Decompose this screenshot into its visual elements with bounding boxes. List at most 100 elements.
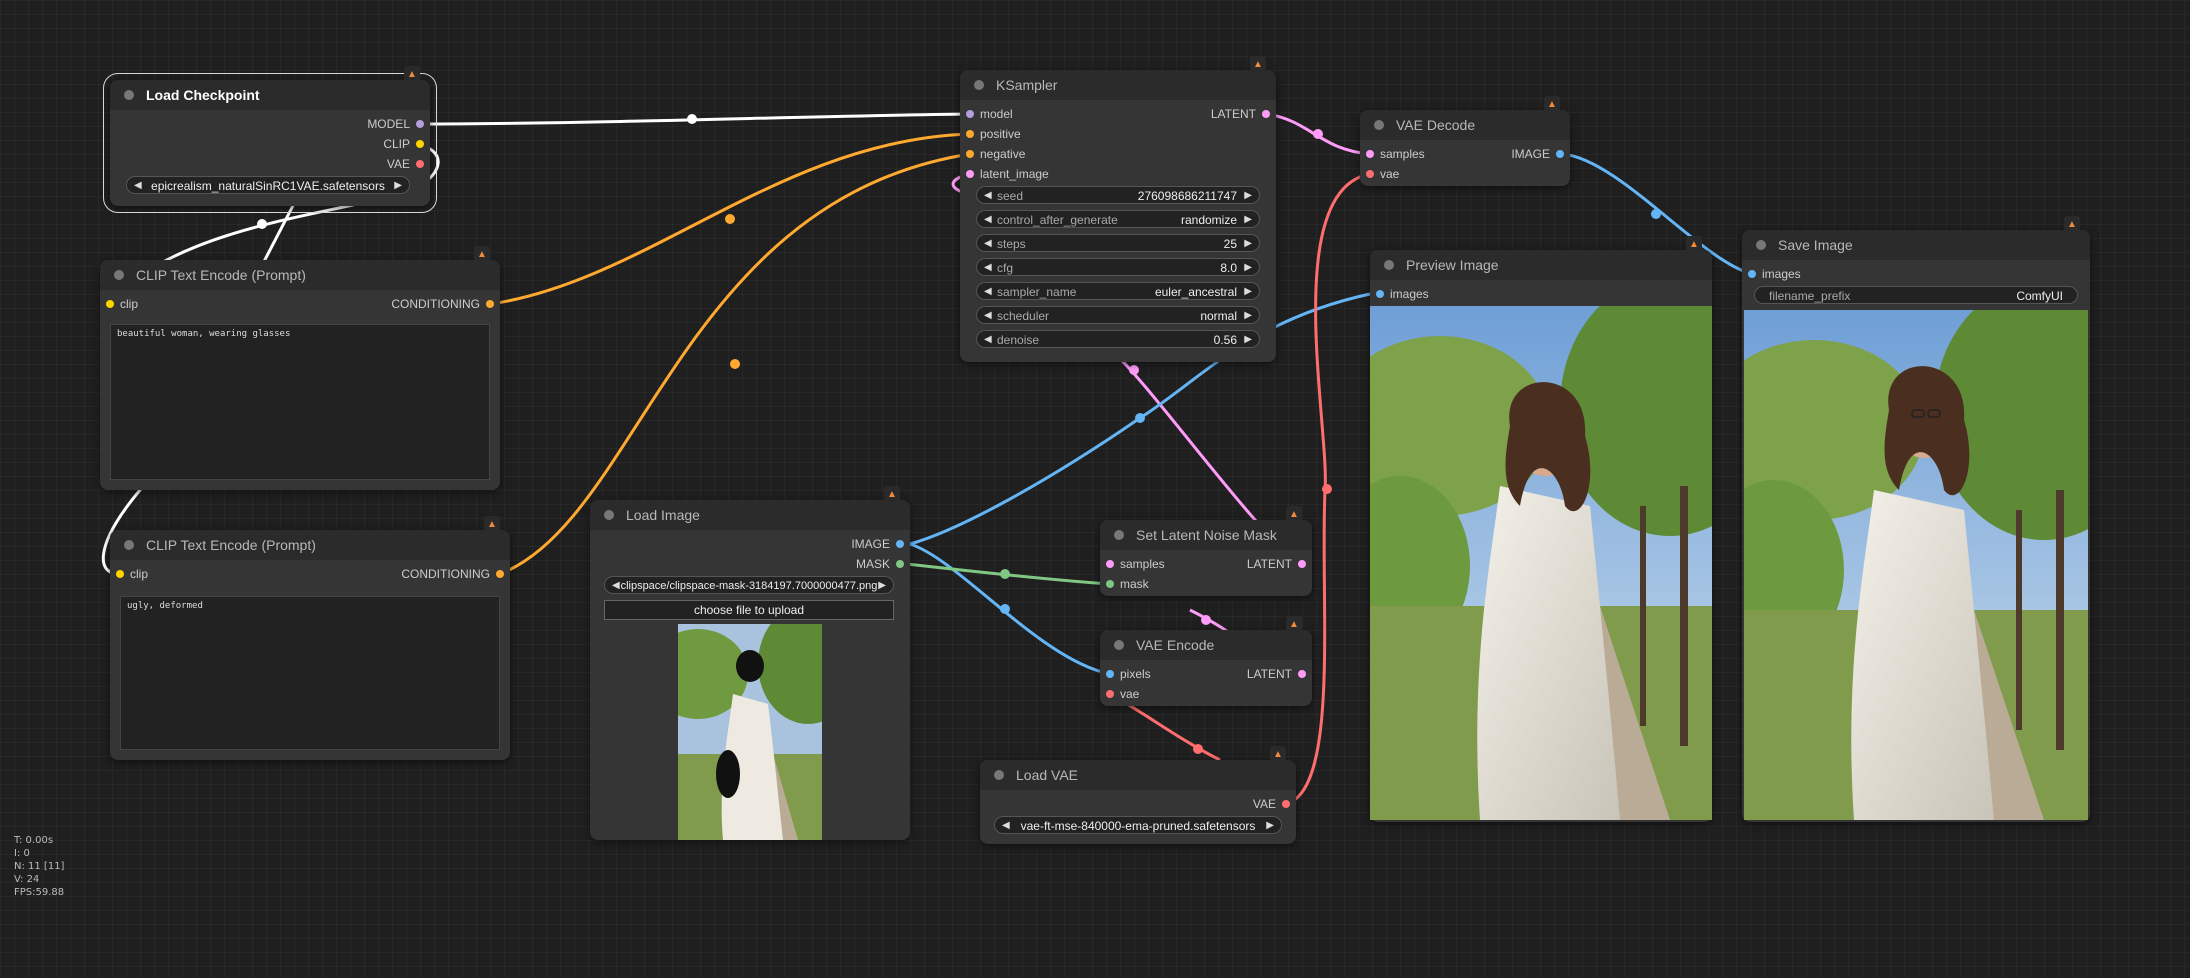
slot-dot-icon[interactable] [1376,290,1384,298]
output-image[interactable]: IMAGE [851,536,904,552]
slot-dot-icon[interactable] [896,560,904,568]
prompt-textarea[interactable]: ugly, deformed [120,596,500,750]
slot-dot-icon[interactable] [966,110,974,118]
slot-dot-icon[interactable] [1262,110,1270,118]
slot-dot-icon[interactable] [1106,580,1114,588]
slot-dot-icon[interactable] [1106,690,1114,698]
clip-text-encode-negative-node[interactable]: ▲ CLIP Text Encode (Prompt) clip CONDITI… [110,516,510,760]
steps-widget[interactable]: ◀ steps 25 ▶ [976,234,1260,252]
slot-dot-icon[interactable] [966,150,974,158]
collapse-dot-icon[interactable] [1374,120,1384,130]
arrow-right-icon[interactable]: ▶ [1266,817,1274,835]
slot-dot-icon[interactable] [1106,560,1114,568]
collapse-dot-icon[interactable] [1114,530,1124,540]
slot-dot-icon[interactable] [1106,670,1114,678]
arrow-right-icon[interactable]: ▶ [1244,283,1252,301]
save-image-node[interactable]: ▲ Save Image images filename_prefix Comf… [1742,216,2090,822]
arrow-right-icon[interactable]: ▶ [878,577,886,593]
arrow-left-icon[interactable]: ◀ [984,235,992,253]
slot-dot-icon[interactable] [1748,270,1756,278]
ksampler-node[interactable]: ▲ KSampler model positive negative laten… [960,56,1276,362]
node-title[interactable]: Preview Image [1370,250,1712,280]
vae-encode-node[interactable]: ▲ VAE Encode pixels vae LATENT [1100,616,1312,706]
input-samples[interactable]: samples [1366,146,1425,162]
vae-name-widget[interactable]: ◀ vae-ft-mse-840000-ema-pruned.safetenso… [994,816,1282,834]
slot-dot-icon[interactable] [1298,670,1306,678]
collapse-dot-icon[interactable] [1756,240,1766,250]
input-samples[interactable]: samples [1106,556,1165,572]
arrow-left-icon[interactable]: ◀ [984,211,992,229]
input-vae[interactable]: vae [1366,166,1399,182]
slot-dot-icon[interactable] [1366,150,1374,158]
scheduler-widget[interactable]: ◀ scheduler normal ▶ [976,306,1260,324]
slot-dot-icon[interactable] [496,570,504,578]
input-latent-image[interactable]: latent_image [966,166,1049,182]
load-checkpoint-node[interactable]: ▲ Load Checkpoint MODEL CLIP VAE ◀ epicr… [103,66,437,213]
input-pixels[interactable]: pixels [1106,666,1151,682]
seed-widget[interactable]: ◀ seed 276098686211747 ▶ [976,186,1260,204]
choose-file-button[interactable]: choose file to upload [604,600,894,620]
arrow-left-icon[interactable]: ◀ [984,331,992,349]
arrow-right-icon[interactable]: ▶ [394,177,402,195]
node-title[interactable]: VAE Decode [1360,110,1570,140]
prompt-textarea[interactable]: beautiful woman, wearing glasses [110,324,490,480]
ckpt-name-widget[interactable]: ◀ epicrealism_naturalSinRC1VAE.safetenso… [126,176,410,194]
set-latent-noise-mask-node[interactable]: ▲ Set Latent Noise Mask samples mask LAT… [1100,506,1312,596]
output-vae[interactable]: VAE [1253,796,1290,812]
arrow-left-icon[interactable]: ◀ [984,259,992,277]
node-title[interactable]: CLIP Text Encode (Prompt) [100,260,500,290]
arrow-left-icon[interactable]: ◀ [984,283,992,301]
output-clip[interactable]: CLIP [383,136,424,152]
output-latent[interactable]: LATENT [1247,666,1306,682]
filename-prefix-widget[interactable]: filename_prefix ComfyUI [1754,286,2078,304]
input-images[interactable]: images [1376,286,1429,302]
slot-dot-icon[interactable] [966,130,974,138]
slot-dot-icon[interactable] [1366,170,1374,178]
input-model[interactable]: model [966,106,1013,122]
slot-dot-icon[interactable] [1282,800,1290,808]
collapse-dot-icon[interactable] [974,80,984,90]
cfg-widget[interactable]: ◀ cfg 8.0 ▶ [976,258,1260,276]
node-title[interactable]: Set Latent Noise Mask [1100,520,1312,550]
output-vae[interactable]: VAE [387,156,424,172]
node-title[interactable]: Save Image [1742,230,2090,260]
collapse-dot-icon[interactable] [1384,260,1394,270]
slot-dot-icon[interactable] [416,160,424,168]
arrow-left-icon[interactable]: ◀ [984,307,992,325]
collapse-dot-icon[interactable] [124,90,134,100]
output-latent[interactable]: LATENT [1211,106,1270,122]
node-title[interactable]: CLIP Text Encode (Prompt) [110,530,510,560]
collapse-dot-icon[interactable] [604,510,614,520]
image-select-widget[interactable]: ◀ clipspace/clipspace-mask-3184197.70000… [604,576,894,594]
clip-text-encode-positive-node[interactable]: ▲ CLIP Text Encode (Prompt) clip CONDITI… [100,246,500,490]
control-after-generate-widget[interactable]: ◀ control_after_generate randomize ▶ [976,210,1260,228]
node-title[interactable]: Load VAE [980,760,1296,790]
slot-dot-icon[interactable] [966,170,974,178]
output-conditioning[interactable]: CONDITIONING [401,566,504,582]
load-vae-node[interactable]: ▲ Load VAE VAE ◀ vae-ft-mse-840000-ema-p… [980,746,1296,844]
denoise-widget[interactable]: ◀ denoise 0.56 ▶ [976,330,1260,348]
arrow-right-icon[interactable]: ▶ [1244,307,1252,325]
collapse-dot-icon[interactable] [114,270,124,280]
input-positive[interactable]: positive [966,126,1021,142]
input-negative[interactable]: negative [966,146,1025,162]
output-image[interactable]: IMAGE [1511,146,1564,162]
arrow-right-icon[interactable]: ▶ [1244,259,1252,277]
collapse-dot-icon[interactable] [124,540,134,550]
input-clip[interactable]: clip [106,296,138,312]
output-latent[interactable]: LATENT [1247,556,1306,572]
arrow-right-icon[interactable]: ▶ [1244,211,1252,229]
node-title[interactable]: Load Checkpoint [110,80,430,110]
slot-dot-icon[interactable] [416,120,424,128]
preview-image-node[interactable]: ▲ Preview Image images [1370,236,1712,822]
slot-dot-icon[interactable] [896,540,904,548]
output-conditioning[interactable]: CONDITIONING [391,296,494,312]
preview-output-image[interactable] [1370,306,1712,820]
input-vae[interactable]: vae [1106,686,1139,702]
slot-dot-icon[interactable] [116,570,124,578]
node-title[interactable]: KSampler [960,70,1276,100]
slot-dot-icon[interactable] [486,300,494,308]
node-title[interactable]: Load Image [590,500,910,530]
input-images[interactable]: images [1748,266,1801,282]
arrow-right-icon[interactable]: ▶ [1244,187,1252,205]
